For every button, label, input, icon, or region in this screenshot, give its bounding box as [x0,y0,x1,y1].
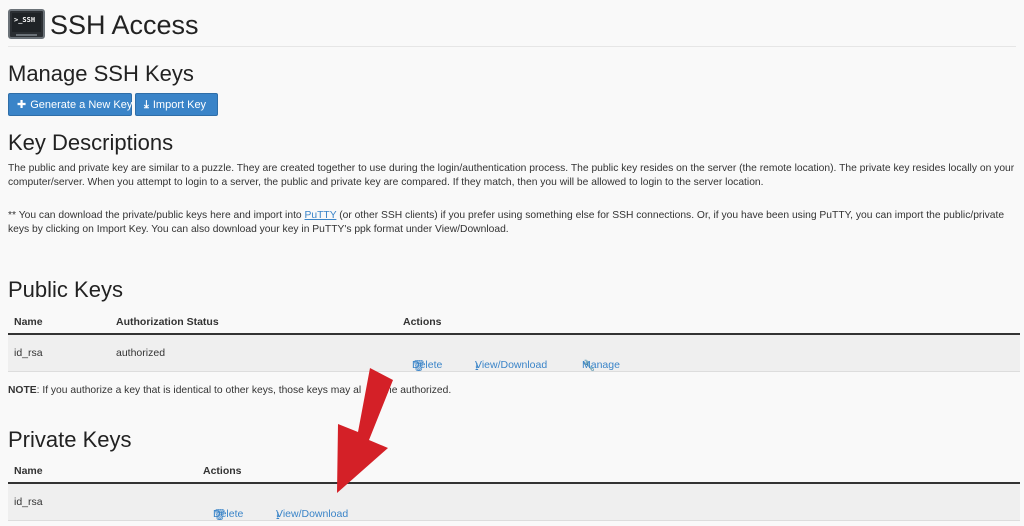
key-name: id_rsa [14,347,43,359]
import-icon: ⤓ [144,99,149,111]
import-key-button[interactable]: ⤓ Import Key [135,93,218,116]
plus-icon: ✚ [17,99,27,111]
public-keys-heading: Public Keys [8,277,123,302]
private-keys-heading: Private Keys [8,427,132,452]
arrow-annotation [337,368,393,493]
key-name: id_rsa [14,496,43,508]
manage-keys-heading: Manage SSH Keys [8,61,194,86]
key-descriptions-heading: Key Descriptions [8,130,174,155]
page-title: SSH Access [50,10,199,40]
private-keys-table: Name Actions id_rsa 🗑 Delete ⭳ View/Downlo… [8,462,1020,522]
putty-link[interactable]: PuTTY [305,210,337,221]
public-keys-table: Name Authorization Status Actions id_rsa… [8,313,1020,373]
putty-paragraph: ** You can download the private/public k… [8,210,1005,235]
table-row: id_rsa 🗑 Delete ⭳ View/Download [8,484,1020,522]
table-header: Name Authorization Status Actions [8,313,1020,335]
generate-key-button[interactable]: ✚ Generate a New Key [8,93,132,116]
terminal-icon: >_SSH [8,9,45,39]
auth-status: authorized [116,347,166,359]
page-header: >_SSH SSH Access [8,8,1016,47]
description-paragraph: The public and private key are similar t… [8,163,1015,188]
table-header: Name Actions [8,462,1020,484]
table-row: id_rsa authorized 🗑 Delete ⭳ View/Download… [8,335,1020,373]
